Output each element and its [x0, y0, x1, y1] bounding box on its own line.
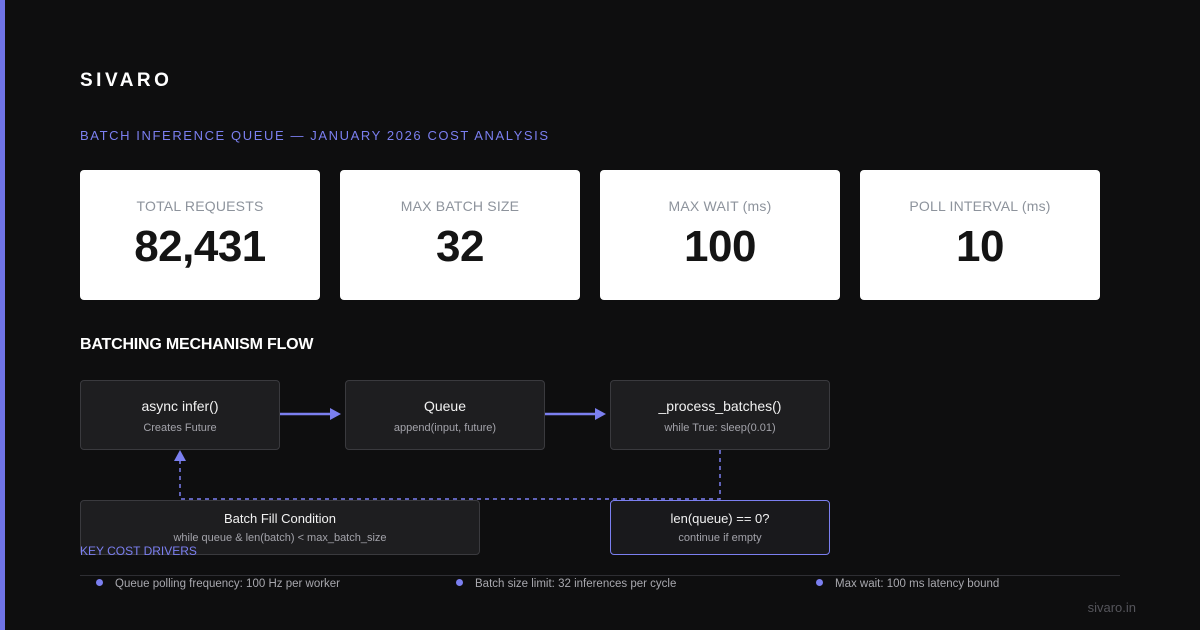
node-subtitle: append(input, future) — [393, 422, 497, 434]
node-queue: Queue append(input, future) — [345, 380, 545, 450]
node-subtitle: while queue & len(batch) < max_batch_siz… — [173, 532, 387, 544]
cost-driver-item: Batch size limit: 32 inferences per cycl… — [456, 578, 676, 590]
node-process-batches: _process_batches() while True: sleep(0.0… — [610, 380, 830, 450]
node-subtitle: continue if empty — [678, 532, 762, 544]
cost-driver-text: Max wait: 100 ms latency bound — [835, 578, 1000, 590]
arrowhead-infer-to-queue — [330, 408, 341, 420]
footer-url[interactable]: sivaro.in — [1088, 600, 1136, 615]
node-queue-empty-check: len(queue) == 0? continue if empty — [610, 500, 830, 555]
node-subtitle: Creates Future — [143, 422, 217, 434]
cost-driver-text: Queue polling frequency: 100 Hz per work… — [115, 578, 341, 590]
node-async-infer: async infer() Creates Future — [80, 380, 280, 450]
cost-drivers-label: KEY COST DRIVERS — [80, 544, 197, 558]
node-title: Batch Fill Condition — [224, 511, 336, 526]
node-title: Queue — [423, 398, 467, 414]
arrowhead-loop-to-infer — [174, 450, 186, 461]
node-title: _process_batches() — [658, 398, 782, 414]
node-title: async infer() — [141, 398, 219, 414]
bullet-dot-icon — [96, 579, 103, 586]
dashed-loop-connector — [179, 450, 721, 500]
divider — [80, 575, 1120, 576]
cost-driver-text: Batch size limit: 32 inferences per cycl… — [475, 578, 677, 590]
node-subtitle: while True: sleep(0.01) — [664, 422, 776, 434]
cost-driver-item: Max wait: 100 ms latency bound — [816, 578, 999, 590]
node-title: len(queue) == 0? — [670, 511, 770, 526]
arrowhead-queue-to-process — [595, 408, 606, 420]
bullet-dot-icon — [456, 579, 463, 586]
bullet-dot-icon — [816, 579, 823, 586]
cost-driver-item: Queue polling frequency: 100 Hz per work… — [96, 578, 340, 590]
